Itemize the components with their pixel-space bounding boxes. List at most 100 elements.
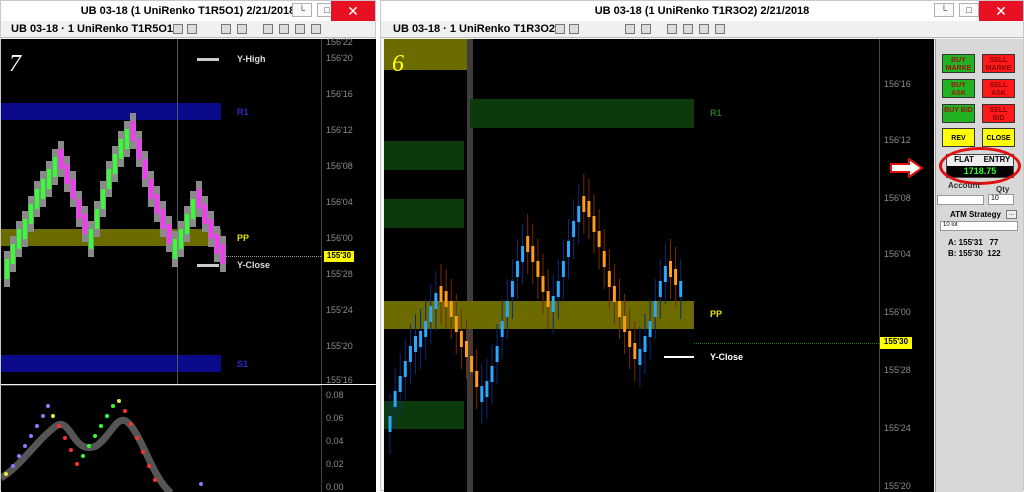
right-titlebar[interactable]: UB 03-18 (1 UniRenko T1R3O2) 2/21/2018 └… [381, 1, 1023, 21]
renko-bar [607, 271, 611, 287]
oscillator-dot [147, 464, 151, 468]
atm-more-button[interactable]: ... [1006, 210, 1017, 219]
renko-bar [674, 269, 678, 285]
renko-bar [398, 376, 402, 392]
price-tick: 156'08 [884, 193, 911, 203]
renko-bars [388, 174, 683, 454]
restore-icon[interactable]: └ [292, 3, 312, 17]
renko-brick [53, 157, 57, 177]
price-tick: 155'24 [884, 423, 911, 433]
close-position-button[interactable]: CLOSE [982, 128, 1015, 147]
renko-brick [203, 204, 207, 224]
indicators-icon[interactable] [279, 24, 289, 34]
maximize-icon[interactable]: □ [959, 3, 979, 17]
price-tick: 0.06 [326, 413, 344, 423]
left-titlebar[interactable]: UB 03-18 (1 UniRenko T1R5O1) 2/21/2018 └… [1, 1, 375, 21]
oscillator-dot [69, 448, 73, 452]
renko-bar [648, 321, 652, 337]
zoom-out-icon[interactable] [641, 24, 651, 34]
oscillator-dot [117, 399, 121, 403]
indicators-icon[interactable] [683, 24, 693, 34]
renko-brick [191, 199, 195, 219]
renko-bar [628, 331, 632, 347]
buy-bid-button[interactable]: BUY BID [942, 104, 975, 123]
chart-trader-panel: BUY MARKE SELL MARKE BUY ASK SELL ASK BU… [935, 39, 1023, 492]
price-tick: 0.04 [326, 436, 344, 446]
renko-bar [434, 293, 438, 309]
renko-bar [408, 346, 412, 362]
zoom-in-icon[interactable] [221, 24, 231, 34]
renko-brick [107, 169, 111, 189]
bar-type-icon[interactable] [555, 24, 565, 34]
drawing-tool-icon[interactable] [569, 24, 579, 34]
close-icon[interactable]: ✕ [331, 1, 375, 21]
right-price-chart[interactable]: 6 R1 PP Y-Close [384, 39, 879, 492]
right-toolbar: UB 03-18 · 1 UniRenko T1R3O2 · [381, 21, 1023, 38]
renko-brick [131, 121, 135, 141]
renko-bar [551, 296, 555, 312]
left-price-chart[interactable]: 7 Y-High R1 PP Y-Close S1 [1, 39, 321, 384]
left-chart-window: UB 03-18 (1 UniRenko T1R5O1) 2/21/2018 └… [0, 0, 376, 492]
renko-brick [173, 239, 177, 259]
renko-bar [444, 291, 448, 307]
renko-brick [83, 214, 87, 234]
oscillator-dot [199, 482, 203, 486]
renko-bar [459, 331, 463, 347]
renko-brick [35, 189, 39, 209]
renko-bar [505, 301, 509, 317]
atm-strategy-select[interactable]: 10 lot [940, 221, 1018, 231]
price-tick: 156'04 [326, 197, 353, 207]
restore-icon[interactable]: └ [934, 3, 954, 17]
oscillator-dot [57, 424, 61, 428]
price-tick: 156'12 [884, 135, 911, 145]
close-icon[interactable]: ✕ [979, 1, 1023, 21]
bar-type-icon[interactable] [173, 24, 183, 34]
r1-label: R1 [237, 107, 249, 117]
renko-brick [167, 224, 171, 244]
renko-bar [572, 221, 576, 237]
renko-bar [663, 266, 667, 282]
properties-icon[interactable] [667, 24, 677, 34]
chart-trader-icon[interactable] [715, 24, 725, 34]
account-field[interactable] [937, 195, 984, 205]
oscillator-dot [4, 472, 8, 476]
qty-field[interactable]: 10 [988, 194, 1014, 205]
price-tick: 156'22 [326, 37, 353, 47]
renko-brick [89, 229, 93, 249]
renko-bar [485, 381, 489, 397]
indicator-panel[interactable] [1, 385, 321, 492]
left-price-axis[interactable]: 156'22 156'20 156'16 156'12 156'08 156'04 156'… [321, 37, 376, 385]
buy-ask-button[interactable]: BUY ASK [942, 79, 975, 98]
renko-bar [424, 321, 428, 337]
oscillator-dot [46, 404, 50, 408]
oscillator-dot [35, 424, 39, 428]
renko-bar [669, 261, 672, 277]
renko-brick [41, 179, 45, 199]
indicator-axis[interactable]: 0.08 0.06 0.04 0.02 0.00 [321, 385, 376, 492]
sell-market-button[interactable]: SELL MARKE [982, 54, 1015, 73]
instrument-selector[interactable]: UB 03-18 · 1 UniRenko T1R5O1 · [11, 23, 180, 35]
sell-bid-button[interactable]: SELL BID [982, 104, 1015, 123]
right-price-axis[interactable]: 156'16 156'12 156'08 156'04 156'00 155'28 155'… [879, 39, 934, 492]
renko-brick [119, 139, 123, 159]
price-tick: 155'28 [326, 269, 353, 279]
renko-brick [161, 209, 165, 229]
buy-market-button[interactable]: BUY MARKE [942, 54, 975, 73]
chart-trader-icon[interactable] [311, 24, 321, 34]
zoom-out-icon[interactable] [237, 24, 247, 34]
renko-bar [567, 241, 570, 257]
strategies-icon[interactable] [295, 24, 305, 34]
reverse-button[interactable]: REV [942, 128, 975, 147]
drawing-tool-icon[interactable] [187, 24, 197, 34]
strategies-icon[interactable] [699, 24, 709, 34]
sell-ask-button[interactable]: SELL ASK [982, 79, 1015, 98]
renko-bar [653, 301, 657, 317]
price-tick: 155'24 [326, 305, 353, 315]
price-tick: 0.02 [326, 459, 344, 469]
properties-icon[interactable] [263, 24, 273, 34]
renko-bar [516, 261, 519, 277]
instrument-selector[interactable]: UB 03-18 · 1 UniRenko T1R3O2 · [393, 23, 562, 35]
oscillator-dot [63, 436, 67, 440]
renko-bar [592, 216, 596, 232]
zoom-in-icon[interactable] [625, 24, 635, 34]
